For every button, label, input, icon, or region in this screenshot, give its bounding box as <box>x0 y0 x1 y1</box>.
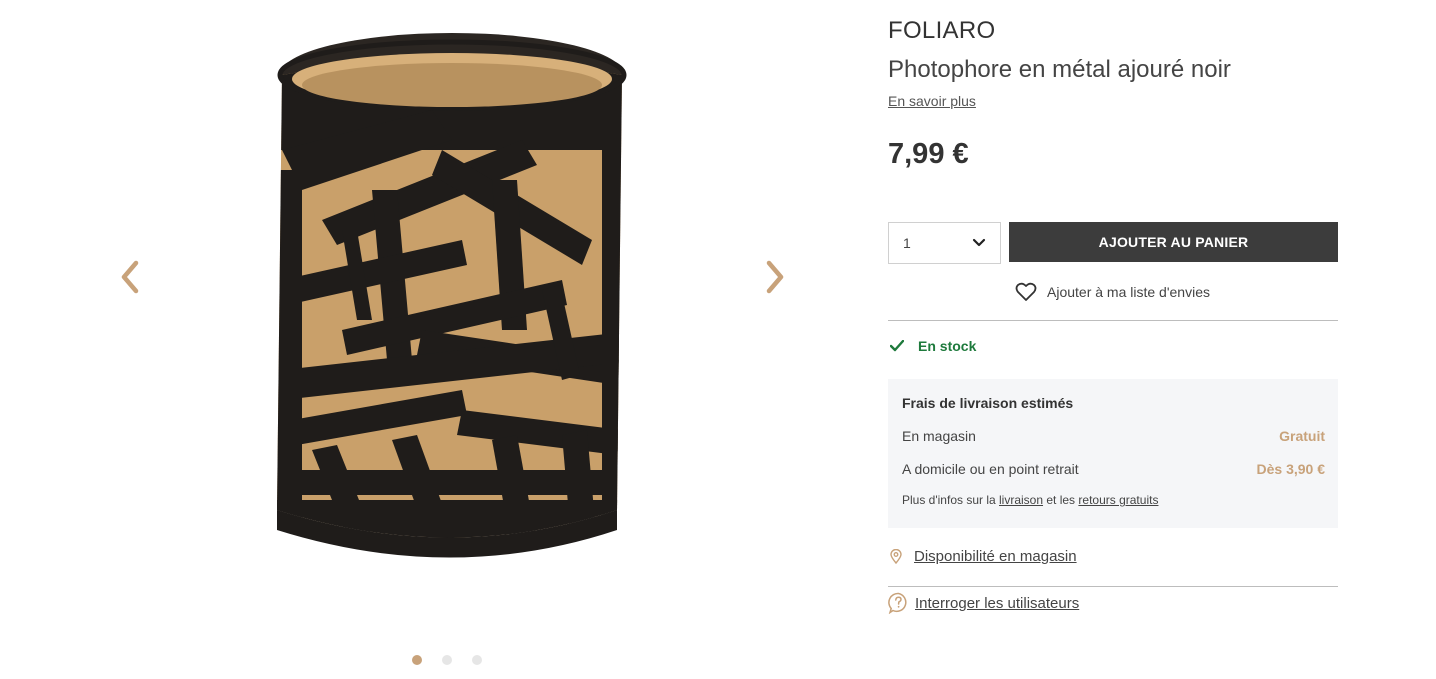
stock-status: En stock <box>890 338 976 354</box>
gallery-dot-1[interactable] <box>412 655 422 665</box>
quantity-value: 1 <box>903 235 911 251</box>
check-icon <box>890 340 904 352</box>
shipping-note: Plus d'infos sur la livraison et les ret… <box>902 493 1325 507</box>
divider <box>888 586 1338 587</box>
free-returns-link[interactable]: retours gratuits <box>1078 493 1158 507</box>
gallery-dot-3[interactable] <box>472 655 482 665</box>
gallery-prev-button[interactable] <box>110 252 150 302</box>
chevron-right-icon <box>766 260 784 294</box>
gallery-pagination <box>412 655 482 665</box>
shipping-row: En magasin Gratuit <box>902 428 1325 444</box>
divider <box>888 320 1338 321</box>
quantity-select[interactable]: 1 <box>888 222 1001 264</box>
add-to-cart-button[interactable]: AJOUTER AU PANIER <box>1009 222 1338 262</box>
wishlist-button[interactable]: Ajouter à ma liste d'envies <box>1015 282 1210 302</box>
product-brand: FOLIARO <box>888 17 996 44</box>
heart-icon <box>1015 282 1037 301</box>
product-image <box>277 33 627 558</box>
question-bubble-icon <box>888 592 907 614</box>
product-title: Photophore en métal ajouré noir <box>888 56 1231 83</box>
wishlist-label: Ajouter à ma liste d'envies <box>1047 284 1210 300</box>
shipping-estimate-panel: Frais de livraison estimés En magasin Gr… <box>888 379 1338 528</box>
store-availability-link[interactable]: Disponibilité en magasin <box>890 548 1077 565</box>
chevron-down-icon <box>972 238 986 247</box>
learn-more-link[interactable]: En savoir plus <box>888 93 976 109</box>
gallery-dot-2[interactable] <box>442 655 452 665</box>
shipping-label: En magasin <box>902 428 976 444</box>
stock-label: En stock <box>918 338 977 354</box>
map-pin-icon <box>890 549 902 564</box>
delivery-info-link[interactable]: livraison <box>999 493 1043 507</box>
shipping-price: Gratuit <box>1279 428 1325 444</box>
ask-users-link[interactable]: Interroger les utilisateurs <box>888 592 1079 614</box>
shipping-note-mid: et les <box>1046 493 1076 507</box>
product-gallery <box>0 0 860 679</box>
gallery-next-button[interactable] <box>755 252 795 302</box>
ask-users-label: Interroger les utilisateurs <box>915 594 1080 612</box>
product-price: 7,99 € <box>888 138 969 170</box>
store-availability-label: Disponibilité en magasin <box>914 548 1077 565</box>
shipping-title: Frais de livraison estimés <box>902 395 1074 411</box>
shipping-price: Dès 3,90 € <box>1256 461 1326 477</box>
shipping-row: A domicile ou en point retrait Dès 3,90 … <box>902 461 1325 477</box>
shipping-label: A domicile ou en point retrait <box>902 461 1079 477</box>
shipping-note-prefix: Plus d'infos sur la <box>902 493 996 507</box>
chevron-left-icon <box>121 260 139 294</box>
